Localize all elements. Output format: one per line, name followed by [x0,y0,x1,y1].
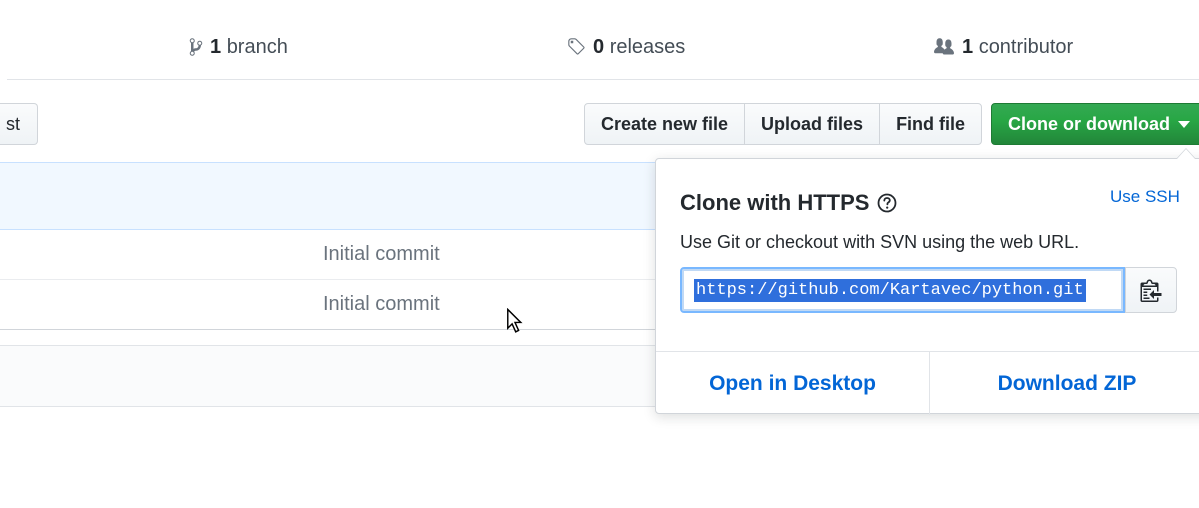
releases-label: releases [609,35,686,58]
clone-or-download-button[interactable]: Clone or download [991,103,1199,145]
caret-down-icon [1178,120,1190,128]
contributor-count: 1 [962,35,974,58]
create-new-file-button[interactable]: Create new file [584,103,746,145]
clone-title: Clone with HTTPS [680,190,897,216]
file-table: Initial commit Initial commit [0,162,760,407]
clone-dropdown: Clone with HTTPS Use SSH Use Git or chec… [655,148,1199,415]
upload-files-button[interactable]: Upload files [744,103,881,145]
table-row[interactable]: Initial commit [0,280,760,330]
use-ssh-link[interactable]: Use SSH [1110,187,1180,207]
clone-url-input[interactable]: https://github.com/Kartavec/python.git [680,267,1125,313]
releases-count: 0 [593,35,605,58]
clipboard-icon [1140,279,1162,302]
latest-commit-row [0,162,760,230]
clone-description: Use Git or checkout with SVN using the w… [680,232,1080,252]
repo-summary-bar: 1 branch 0 releases 1 contributor [7,14,1199,80]
commit-message-link[interactable]: Initial commit [323,293,440,316]
dropdown-arrow [1176,148,1196,159]
people-icon [934,38,954,55]
readme-header-row [0,345,760,407]
clone-or-download-label: Clone or download [1008,113,1170,134]
table-row[interactable]: Initial commit [0,230,760,280]
clone-url-selected-text: https://github.com/Kartavec/python.git [694,278,1086,302]
contributors-link[interactable]: 1 contributor [932,34,1073,60]
copy-url-button[interactable] [1125,267,1177,313]
download-zip-link[interactable]: Download ZIP [930,352,1199,415]
find-file-button[interactable]: Find file [879,103,983,145]
branch-label: branch [226,35,288,58]
releases-link[interactable]: 0 releases [567,34,685,60]
mouse-cursor-icon [507,308,523,333]
open-in-desktop-link[interactable]: Open in Desktop [656,352,930,415]
contributor-label: contributor [978,35,1074,58]
question-icon[interactable] [877,193,897,213]
clone-title-text: Clone with HTTPS [680,190,870,215]
commit-message-link[interactable]: Initial commit [323,243,440,266]
branches-link[interactable]: 1 branch [188,34,288,60]
branch-icon [189,38,203,56]
branch-count: 1 [210,35,222,58]
clone-actions: Open in Desktop Download ZIP [656,351,1199,415]
file-actions-group: Create new file Upload files Find file [584,103,983,145]
tag-icon [568,38,585,55]
partial-left-button[interactable]: st [0,103,38,145]
